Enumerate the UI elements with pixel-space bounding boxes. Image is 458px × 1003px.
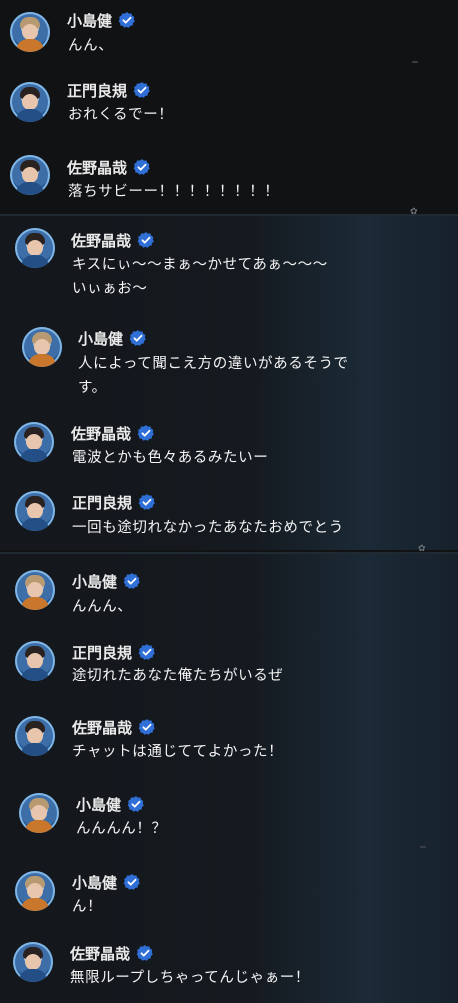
verified-badge-icon xyxy=(129,330,146,346)
author-name[interactable]: 小島健 xyxy=(72,872,117,893)
message-text: ん！ xyxy=(72,899,103,915)
verified-badge-icon xyxy=(138,719,155,735)
verified-badge-icon xyxy=(118,12,135,28)
author-row: 佐野晶哉 xyxy=(72,717,156,737)
avatar[interactable] xyxy=(15,641,55,681)
author-row: 正門良規 xyxy=(72,492,156,512)
author-row: 小島健 xyxy=(72,571,141,591)
message-text: おれくるでー！ xyxy=(68,107,174,123)
author-row: 正門良規 xyxy=(72,642,156,662)
author-name[interactable]: 正門良規 xyxy=(67,80,127,101)
author-name[interactable]: 正門良規 xyxy=(72,492,132,513)
author-row: 小島健 xyxy=(67,10,136,30)
message-text: いぃぁお〜 xyxy=(72,281,148,297)
message-text: んんんん！？ xyxy=(76,821,167,837)
author-name[interactable]: 小島健 xyxy=(76,794,121,815)
message-text: 人によって聞こえ方の違いがあるそうで xyxy=(78,356,349,372)
message-text: す。 xyxy=(78,380,107,396)
verified-badge-icon xyxy=(137,425,154,441)
author-name[interactable]: 佐野晶哉 xyxy=(67,157,127,178)
author-name[interactable]: 正門良規 xyxy=(72,642,132,663)
author-name[interactable]: 佐野晶哉 xyxy=(71,423,131,444)
faint-dot xyxy=(420,846,426,848)
verified-badge-icon xyxy=(133,82,150,98)
verified-badge-icon xyxy=(133,159,150,175)
author-name[interactable]: 佐野晶哉 xyxy=(71,230,131,251)
avatar[interactable] xyxy=(15,228,55,268)
message-text: んんん、 xyxy=(72,599,133,615)
verified-badge-icon xyxy=(138,494,155,510)
avatar[interactable] xyxy=(22,327,62,367)
author-row: 佐野晶哉 xyxy=(67,157,151,177)
avatar[interactable] xyxy=(15,491,55,531)
author-name[interactable]: 小島健 xyxy=(72,571,117,592)
avatar[interactable] xyxy=(19,793,59,833)
faint-gear-icon: ✿ xyxy=(410,207,418,217)
message-text: 落ちサビーー！！！！！！！！ xyxy=(68,184,280,200)
avatar[interactable] xyxy=(14,422,54,462)
message-text: チャットは通じててよかった！ xyxy=(72,744,284,760)
verified-badge-icon xyxy=(136,945,153,961)
author-row: 小島健 xyxy=(76,794,145,814)
faint-gear-icon: ✿ xyxy=(418,544,426,554)
message-text: 一回も途切れなかったあなたおめでとう xyxy=(72,520,344,536)
message-text: キスにぃ〜〜まぁ〜かせてあぁ〜〜〜 xyxy=(72,257,328,273)
verified-badge-icon xyxy=(123,874,140,890)
author-row: 佐野晶哉 xyxy=(71,230,155,250)
author-row: 佐野晶哉 xyxy=(71,423,155,443)
author-row: 佐野晶哉 xyxy=(70,943,154,963)
avatar[interactable] xyxy=(10,12,50,52)
screenshot-band-2 xyxy=(0,552,458,1003)
verified-badge-icon xyxy=(138,644,155,660)
message-text: んん、 xyxy=(68,38,114,54)
message-text: 途切れたあなた俺たちがいるぜ xyxy=(72,668,284,684)
avatar[interactable] xyxy=(10,82,50,122)
avatar[interactable] xyxy=(15,716,55,756)
message-text: 電波とかも色々あるみたいー xyxy=(72,450,269,466)
author-name[interactable]: 佐野晶哉 xyxy=(72,717,132,738)
author-row: 小島健 xyxy=(72,872,141,892)
verified-badge-icon xyxy=(137,232,154,248)
avatar[interactable] xyxy=(15,570,55,610)
message-text: 無限ループしちゃってんじゃぁー！ xyxy=(70,970,311,986)
avatar[interactable] xyxy=(13,942,53,982)
faint-dot xyxy=(412,61,418,63)
author-row: 小島健 xyxy=(78,328,147,348)
avatar[interactable] xyxy=(10,155,50,195)
author-name[interactable]: 小島健 xyxy=(78,328,123,349)
verified-badge-icon xyxy=(123,573,140,589)
author-row: 正門良規 xyxy=(67,80,151,100)
avatar[interactable] xyxy=(15,871,55,911)
verified-badge-icon xyxy=(127,796,144,812)
author-name[interactable]: 小島健 xyxy=(67,10,112,31)
author-name[interactable]: 佐野晶哉 xyxy=(70,943,130,964)
